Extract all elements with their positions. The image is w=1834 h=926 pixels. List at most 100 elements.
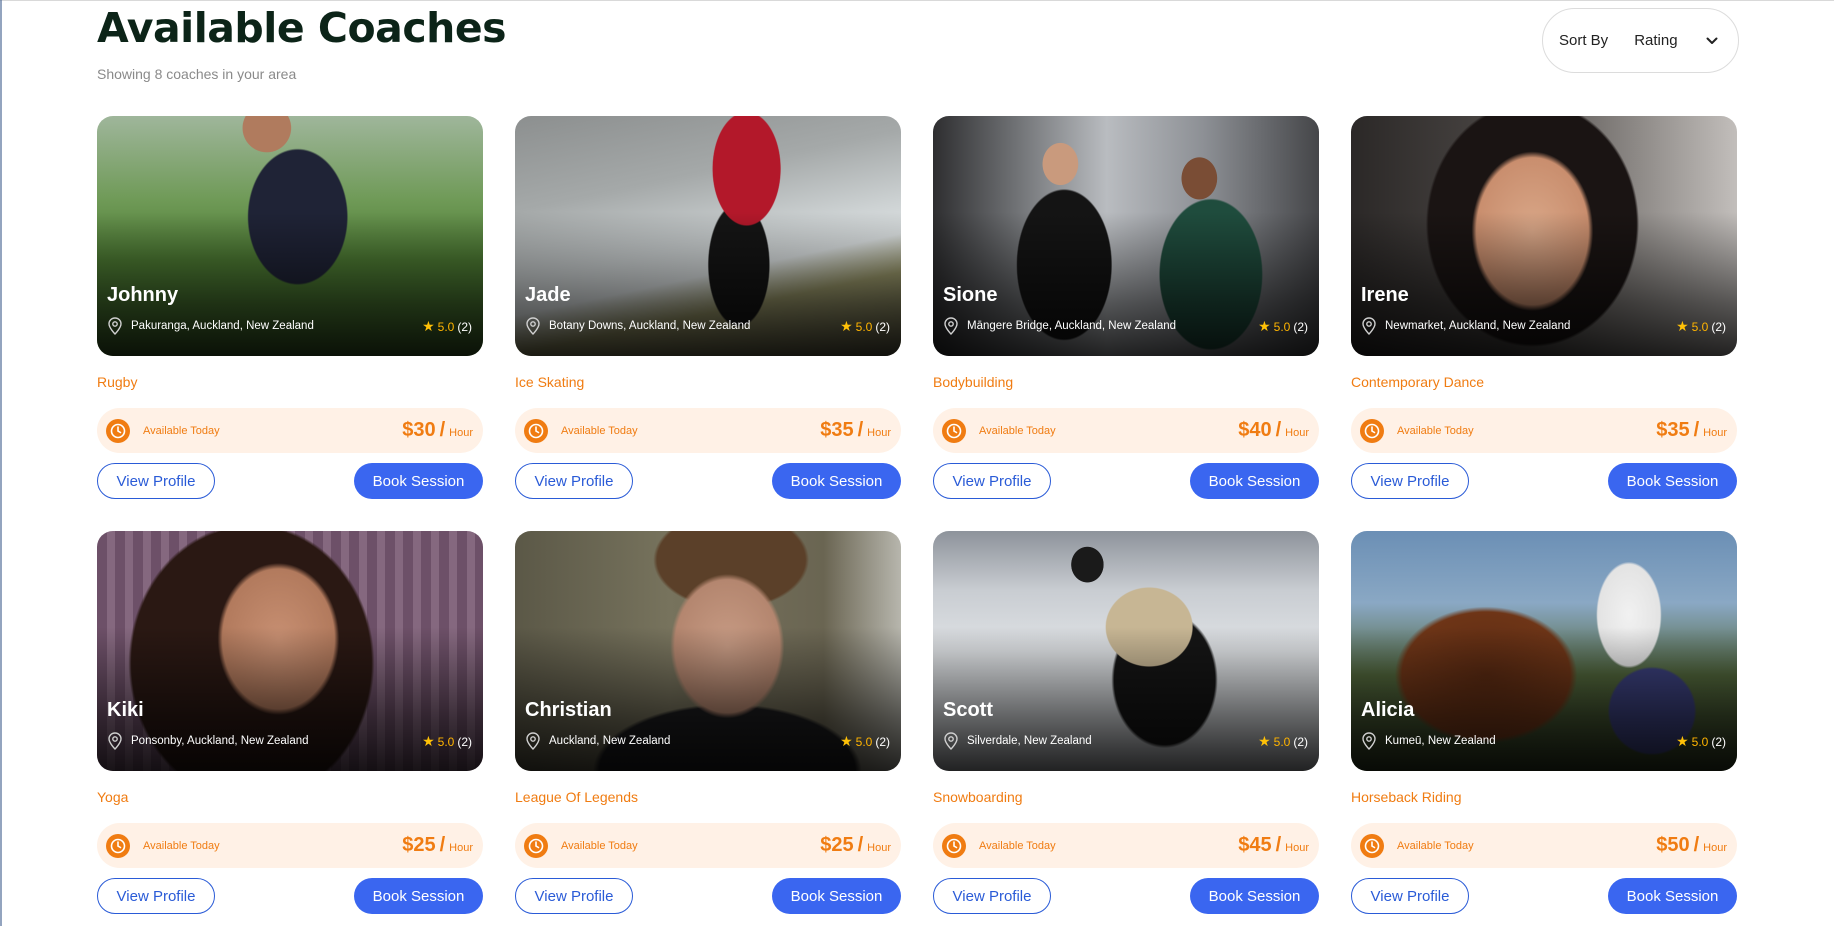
view-profile-button[interactable]: View Profile xyxy=(97,878,215,914)
view-profile-button[interactable]: View Profile xyxy=(515,878,633,914)
page-title: Available Coaches xyxy=(97,4,507,52)
book-session-button[interactable]: Book Session xyxy=(1608,463,1737,499)
availability-text: Available Today xyxy=(143,424,220,437)
sport-label: Bodybuilding xyxy=(933,374,1014,390)
coach-name: Alicia xyxy=(1361,699,1415,721)
book-session-button[interactable]: Book Session xyxy=(772,878,901,914)
sort-label: Sort By xyxy=(1559,32,1609,49)
coach-location: Silverdale, New Zealand xyxy=(943,732,1092,750)
results-count: Showing 8 coaches in your area xyxy=(97,66,297,82)
coach-name: Irene xyxy=(1361,284,1409,306)
availability-bar: Available Today $50 / Hour xyxy=(1351,823,1737,868)
sport-label: Horseback Riding xyxy=(1351,789,1462,805)
coach-card: Jade Botany Downs, Auckland, New Zealand… xyxy=(515,116,901,502)
availability-bar: Available Today $35 / Hour xyxy=(515,408,901,453)
availability-bar: Available Today $30 / Hour xyxy=(97,408,483,453)
book-session-button[interactable]: Book Session xyxy=(354,463,483,499)
availability-text: Available Today xyxy=(1397,424,1474,437)
coach-location: Kumeū, New Zealand xyxy=(1361,732,1496,750)
clock-icon xyxy=(1360,418,1384,443)
star-icon: ★ xyxy=(1258,733,1271,749)
left-edge-divider xyxy=(0,0,2,926)
coach-name: Christian xyxy=(525,699,612,721)
view-profile-button[interactable]: View Profile xyxy=(933,878,1051,914)
availability-bar: Available Today $45 / Hour xyxy=(933,823,1319,868)
book-session-button[interactable]: Book Session xyxy=(1190,463,1319,499)
rating: ★ 5.0 (2) xyxy=(422,318,472,335)
clock-icon xyxy=(1360,833,1384,858)
price: $35 xyxy=(820,419,854,441)
price: $30 xyxy=(402,419,436,441)
rating: ★ 5.0 (2) xyxy=(1676,733,1726,750)
coach-location: Pakuranga, Auckland, New Zealand xyxy=(107,317,314,335)
view-profile-button[interactable]: View Profile xyxy=(1351,878,1469,914)
rating: ★ 5.0 (2) xyxy=(1258,318,1308,335)
location-text: Kumeū, New Zealand xyxy=(1385,735,1496,747)
price-unit: Hour xyxy=(1285,426,1309,439)
price: $45 xyxy=(1238,834,1272,856)
coach-photo[interactable]: Irene Newmarket, Auckland, New Zealand ★… xyxy=(1351,116,1737,356)
sport-label: Ice Skating xyxy=(515,374,585,390)
sport-label: Rugby xyxy=(97,374,138,390)
coach-card: Christian Auckland, New Zealand ★ 5.0 (2… xyxy=(515,531,901,917)
location-text: Newmarket, Auckland, New Zealand xyxy=(1385,320,1571,332)
rating-score: 5.0 xyxy=(437,319,455,334)
review-count: (2) xyxy=(1711,734,1726,749)
sort-selected-value: Rating xyxy=(1634,32,1678,49)
view-profile-button[interactable]: View Profile xyxy=(97,463,215,499)
view-profile-button[interactable]: View Profile xyxy=(515,463,633,499)
coach-card: Irene Newmarket, Auckland, New Zealand ★… xyxy=(1351,116,1737,502)
book-session-button[interactable]: Book Session xyxy=(1608,878,1737,914)
coach-name: Scott xyxy=(943,699,993,721)
price-unit: Hour xyxy=(449,841,473,854)
page-header: Available Coaches Showing 8 coaches in y… xyxy=(97,0,1739,100)
sort-dropdown[interactable]: Sort By Rating xyxy=(1542,8,1739,73)
book-session-button[interactable]: Book Session xyxy=(354,878,483,914)
availability-bar: Available Today $35 / Hour xyxy=(1351,408,1737,453)
price: $50 xyxy=(1656,834,1690,856)
review-count: (2) xyxy=(1711,319,1726,334)
coach-name: Kiki xyxy=(107,699,144,721)
availability-bar: Available Today $25 / Hour xyxy=(515,823,901,868)
review-count: (2) xyxy=(457,734,472,749)
view-profile-button[interactable]: View Profile xyxy=(933,463,1051,499)
coach-photo[interactable]: Sione Māngere Bridge, Auckland, New Zeal… xyxy=(933,116,1319,356)
location-pin-icon xyxy=(944,317,958,335)
location-pin-icon xyxy=(526,732,540,750)
rating: ★ 5.0 (2) xyxy=(1258,733,1308,750)
coach-location: Botany Downs, Auckland, New Zealand xyxy=(525,317,750,335)
price-unit: Hour xyxy=(1285,841,1309,854)
coach-photo[interactable]: Christian Auckland, New Zealand ★ 5.0 (2… xyxy=(515,531,901,771)
coach-photo[interactable]: Kiki Ponsonby, Auckland, New Zealand ★ 5… xyxy=(97,531,483,771)
coach-photo[interactable]: Jade Botany Downs, Auckland, New Zealand… xyxy=(515,116,901,356)
coach-photo[interactable]: Alicia Kumeū, New Zealand ★ 5.0 (2) xyxy=(1351,531,1737,771)
star-icon: ★ xyxy=(840,318,853,334)
coach-grid: Johnny Pakuranga, Auckland, New Zealand … xyxy=(97,116,1739,917)
coach-location: Ponsonby, Auckland, New Zealand xyxy=(107,732,309,750)
price-unit: Hour xyxy=(449,426,473,439)
coach-location: Newmarket, Auckland, New Zealand xyxy=(1361,317,1570,335)
coach-name: Sione xyxy=(943,284,998,306)
view-profile-button[interactable]: View Profile xyxy=(1351,463,1469,499)
book-session-button[interactable]: Book Session xyxy=(1190,878,1319,914)
location-text: Silverdale, New Zealand xyxy=(967,735,1092,747)
rating-score: 5.0 xyxy=(437,734,455,749)
sport-label: Snowboarding xyxy=(933,789,1023,805)
sport-label: League Of Legends xyxy=(515,789,638,805)
rating-score: 5.0 xyxy=(1273,734,1291,749)
coach-photo[interactable]: Johnny Pakuranga, Auckland, New Zealand … xyxy=(97,116,483,356)
coach-card: Sione Māngere Bridge, Auckland, New Zeal… xyxy=(933,116,1319,502)
book-session-button[interactable]: Book Session xyxy=(772,463,901,499)
star-icon: ★ xyxy=(1676,318,1689,334)
location-text: Ponsonby, Auckland, New Zealand xyxy=(131,735,309,747)
coach-card: Kiki Ponsonby, Auckland, New Zealand ★ 5… xyxy=(97,531,483,917)
coach-card: Scott Silverdale, New Zealand ★ 5.0 (2) … xyxy=(933,531,1319,917)
availability-text: Available Today xyxy=(561,839,638,852)
location-text: Māngere Bridge, Auckland, New Zealand xyxy=(967,320,1177,332)
coach-photo[interactable]: Scott Silverdale, New Zealand ★ 5.0 (2) xyxy=(933,531,1319,771)
star-icon: ★ xyxy=(422,733,435,749)
location-pin-icon xyxy=(108,317,122,335)
location-text: Pakuranga, Auckland, New Zealand xyxy=(131,320,314,332)
clock-icon xyxy=(942,833,966,858)
coach-card: Alicia Kumeū, New Zealand ★ 5.0 (2) Hors… xyxy=(1351,531,1737,917)
